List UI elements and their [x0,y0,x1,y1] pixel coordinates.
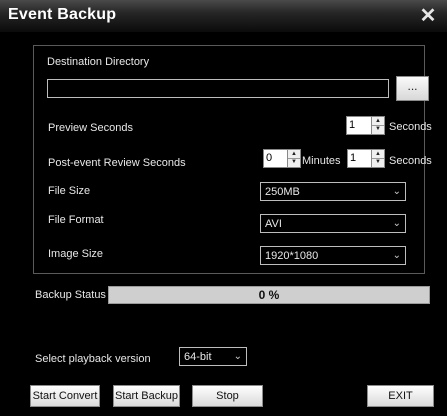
playback-version-label: Select playback version [35,353,151,365]
preview-seconds-value: 1 [349,119,356,131]
browse-button[interactable]: ... [396,76,429,101]
progress-text: 0 % [258,288,280,302]
destination-directory-input[interactable] [47,79,389,98]
post-event-seconds-value: 1 [350,152,357,164]
window-title: Event Backup [8,6,117,23]
image-size-value: 1920*1080 [265,250,319,262]
event-backup-dialog: Event Backup ✕ Destination Directory ...… [0,0,447,416]
post-event-review-label: Post-event Review Seconds [48,157,186,169]
preview-seconds-stepper[interactable]: 1 ▲ ▼ [346,116,385,135]
title-bar[interactable]: Event Backup ✕ [0,0,447,33]
chevron-down-icon[interactable]: ▼ [372,125,384,133]
image-size-select[interactable]: 1920*1080 ⌄ [260,246,406,265]
chevron-down-icon[interactable]: ▼ [372,158,384,166]
image-size-label: Image Size [48,248,104,260]
chevron-down-icon[interactable]: ▼ [288,158,300,166]
playback-version-value: 64-bit [184,351,212,363]
chevron-down-icon: ⌄ [392,218,401,229]
file-size-value: 250MB [265,186,300,198]
file-format-value: AVI [265,218,282,230]
post-event-minutes-unit: Minutes [302,155,341,167]
file-size-label: File Size [48,185,91,197]
preview-seconds-unit: Seconds [389,121,432,133]
backup-progress-bar: 0 % [108,286,430,304]
stop-button[interactable]: Stop [192,385,263,407]
post-event-seconds-unit: Seconds [389,155,432,167]
start-convert-button[interactable]: Start Convert [30,385,100,407]
playback-version-select[interactable]: 64-bit ⌄ [179,347,247,366]
stepper-arrows: ▲ ▼ [371,150,384,167]
start-backup-button[interactable]: Start Backup [113,385,180,407]
post-event-seconds-stepper[interactable]: 1 ▲ ▼ [347,149,385,168]
file-format-select[interactable]: AVI ⌄ [260,214,406,233]
chevron-down-icon: ⌄ [392,186,401,197]
destination-directory-label: Destination Directory [47,56,150,68]
chevron-down-icon: ⌄ [392,250,401,261]
exit-button[interactable]: EXIT [367,385,434,407]
file-size-select[interactable]: 250MB ⌄ [260,182,406,201]
post-event-minutes-stepper[interactable]: 0 ▲ ▼ [263,149,301,168]
chevron-down-icon: ⌄ [233,351,242,362]
post-event-minutes-value: 0 [266,152,273,164]
file-format-label: File Format [48,214,104,226]
backup-status-label: Backup Status [35,289,106,301]
close-icon[interactable]: ✕ [417,6,439,26]
stepper-arrows: ▲ ▼ [371,117,384,134]
preview-seconds-label: Preview Seconds [48,122,133,134]
stepper-arrows: ▲ ▼ [287,150,300,167]
